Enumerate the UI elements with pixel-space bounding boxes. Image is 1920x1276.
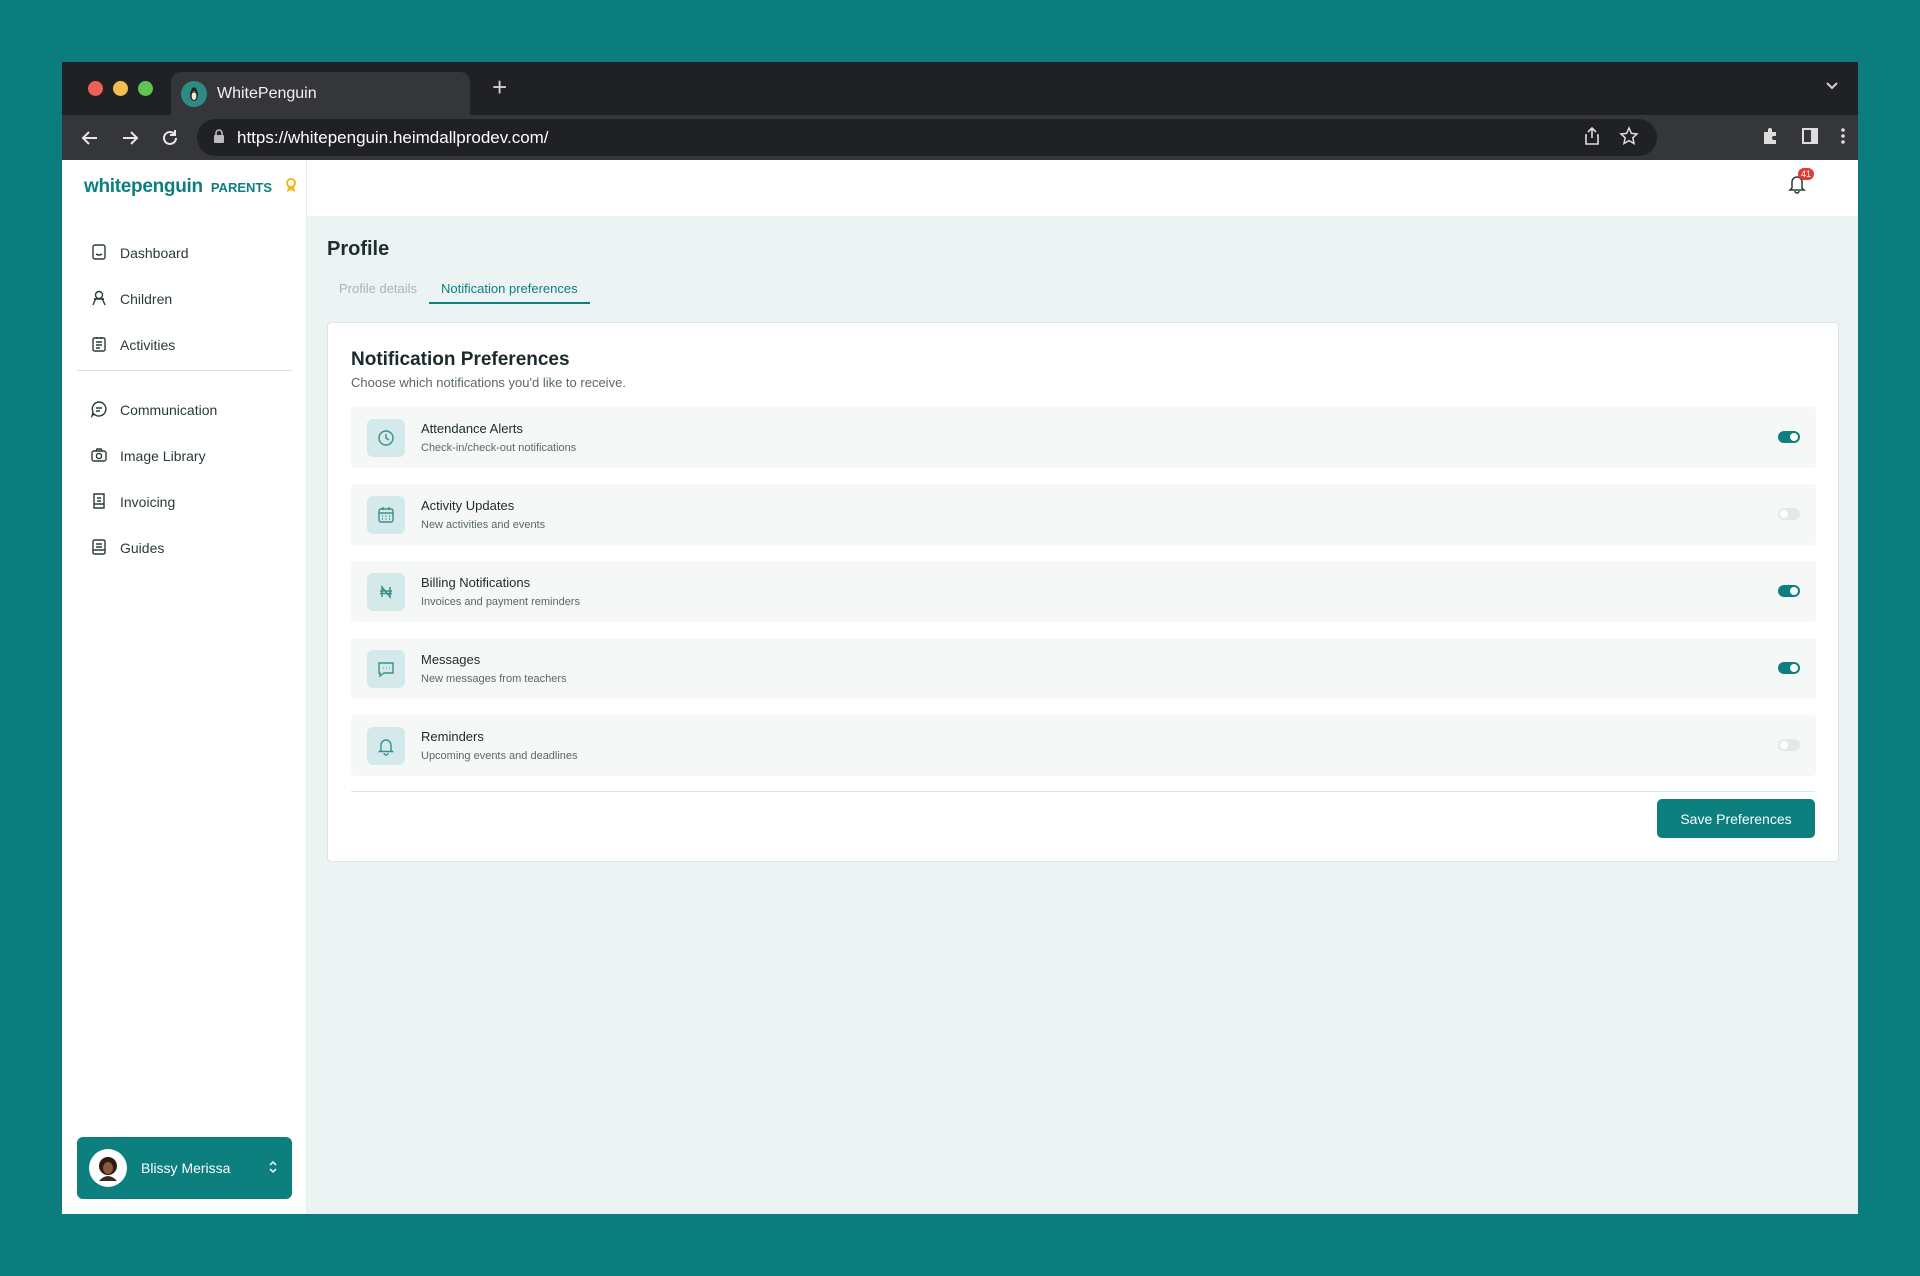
reload-icon[interactable] — [158, 126, 182, 150]
nav-item-dashboard[interactable]: Dashboard — [90, 230, 290, 276]
nav-item-guides[interactable]: Guides — [90, 525, 290, 571]
nav-label: Children — [120, 291, 173, 307]
chevron-up-down-icon — [268, 1159, 278, 1178]
preference-description: New activities and events — [421, 519, 546, 531]
main-content: 41 Profile Profile details Notification … — [307, 160, 1858, 1214]
currency-icon — [367, 572, 405, 611]
browser-extras — [1760, 126, 1846, 151]
nav-label: Image Library — [120, 448, 206, 464]
clock-icon — [367, 418, 405, 457]
extensions-puzzle-icon[interactable] — [1760, 126, 1780, 151]
nav-item-children[interactable]: Children — [90, 276, 290, 322]
secondary-nav: Communication Image Library Invoicing Gu… — [90, 387, 290, 571]
maximize-window-button[interactable] — [138, 81, 153, 96]
chat-icon — [90, 400, 108, 421]
tab-title: WhitePenguin — [217, 84, 317, 102]
messages-toggle[interactable] — [1778, 662, 1800, 674]
bell-icon — [367, 726, 405, 765]
window-controls — [88, 81, 153, 96]
sidebar: whitepenguin PARENTS Dashboard Children … — [62, 160, 307, 1214]
address-bar-actions — [1583, 126, 1639, 151]
nav-label: Dashboard — [120, 245, 189, 261]
address-bar[interactable]: https://whitepenguin.heimdallprodev.com/ — [197, 119, 1657, 156]
award-badge-icon — [284, 177, 298, 198]
side-panel-icon[interactable] — [1800, 126, 1820, 151]
preference-description: Upcoming events and deadlines — [421, 750, 578, 762]
back-arrow-icon[interactable] — [78, 126, 102, 150]
share-icon[interactable] — [1583, 126, 1601, 151]
url-text: https://whitepenguin.heimdallprodev.com/ — [237, 127, 549, 147]
notification-preferences-card: Notification Preferences Choose which no… — [327, 322, 1839, 862]
new-tab-button[interactable]: + — [492, 74, 507, 100]
invoice-icon — [90, 492, 108, 513]
browser-menu-kebab-icon[interactable] — [1840, 126, 1846, 151]
card-subtitle: Choose which notifications you'd like to… — [351, 375, 626, 390]
brand-suffix: PARENTS — [210, 179, 272, 195]
attendance-alerts-toggle[interactable] — [1778, 431, 1800, 443]
book-icon — [90, 538, 108, 559]
nav-item-image-library[interactable]: Image Library — [90, 433, 290, 479]
browser-window: WhitePenguin + https://whitepenguin.heim… — [62, 62, 1858, 1214]
top-bar: 41 — [307, 160, 1858, 216]
card-divider — [351, 791, 1815, 792]
preference-row-attendance: Attendance Alerts Check-in/check-out not… — [351, 407, 1816, 468]
nav-item-invoicing[interactable]: Invoicing — [90, 479, 290, 525]
card-title: Notification Preferences — [351, 349, 570, 370]
profile-tabs: Profile details Notification preferences — [327, 274, 1838, 304]
penguin-favicon-icon — [181, 80, 207, 107]
browser-toolbar: https://whitepenguin.heimdallprodev.com/ — [62, 115, 1858, 160]
nav-label: Guides — [120, 540, 165, 556]
notification-count-badge: 41 — [1797, 168, 1814, 180]
preference-row-activity: Activity Updates New activities and even… — [351, 484, 1816, 545]
tab-profile-details[interactable]: Profile details — [327, 274, 429, 304]
bookmark-star-icon[interactable] — [1619, 126, 1639, 151]
forward-arrow-icon[interactable] — [118, 126, 142, 150]
preference-description: Invoices and payment reminders — [421, 596, 580, 608]
user-name: Blissy Merissa — [141, 1160, 231, 1176]
preference-row-reminders: Reminders Upcoming events and deadlines — [351, 715, 1816, 776]
nav-item-communication[interactable]: Communication — [90, 387, 290, 433]
preference-row-messages: Messages New messages from teachers — [351, 638, 1816, 699]
tab-notification-preferences[interactable]: Notification preferences — [429, 274, 590, 304]
minimize-window-button[interactable] — [113, 81, 128, 96]
calendar-icon — [367, 495, 405, 534]
preference-label: Attendance Alerts — [421, 421, 523, 436]
preference-label: Messages — [421, 652, 481, 667]
activities-icon — [90, 335, 108, 356]
primary-nav: Dashboard Children Activities — [90, 230, 290, 368]
nav-divider — [77, 370, 292, 371]
preference-row-billing: Billing Notifications Invoices and payme… — [351, 561, 1816, 622]
nav-label: Invoicing — [120, 494, 176, 510]
preference-description: New messages from teachers — [421, 673, 567, 685]
preference-label: Billing Notifications — [421, 575, 531, 590]
preference-label: Reminders — [421, 729, 484, 744]
children-icon — [90, 289, 108, 310]
close-window-button[interactable] — [88, 81, 103, 96]
lock-icon — [213, 128, 225, 148]
camera-icon — [90, 446, 108, 467]
reminders-toggle[interactable] — [1778, 739, 1800, 751]
save-preferences-button[interactable]: Save Preferences — [1657, 799, 1815, 838]
tab-bar: WhitePenguin + — [62, 62, 1858, 115]
notifications-bell-icon[interactable]: 41 — [1788, 168, 1814, 199]
nav-label: Activities — [120, 337, 176, 353]
message-icon — [367, 649, 405, 688]
nav-item-activities[interactable]: Activities — [90, 322, 290, 368]
app-root: whitepenguin PARENTS Dashboard Children … — [62, 160, 1858, 1214]
preference-label: Activity Updates — [421, 498, 515, 513]
nav-label: Communication — [120, 402, 218, 418]
preference-description: Check-in/check-out notifications — [421, 442, 577, 454]
avatar — [89, 1149, 127, 1187]
page-title: Profile — [327, 238, 390, 260]
user-menu[interactable]: Blissy Merissa — [77, 1137, 292, 1199]
brand-name: whitepenguin — [84, 176, 203, 197]
dashboard-icon — [90, 243, 108, 264]
browser-tab[interactable]: WhitePenguin — [171, 72, 470, 115]
preference-list: Attendance Alerts Check-in/check-out not… — [351, 407, 1816, 792]
brand-logo[interactable]: whitepenguin PARENTS — [84, 176, 298, 198]
activity-updates-toggle[interactable] — [1778, 508, 1800, 520]
tab-search-chevron-icon[interactable] — [1824, 77, 1840, 98]
billing-notifications-toggle[interactable] — [1778, 585, 1800, 597]
